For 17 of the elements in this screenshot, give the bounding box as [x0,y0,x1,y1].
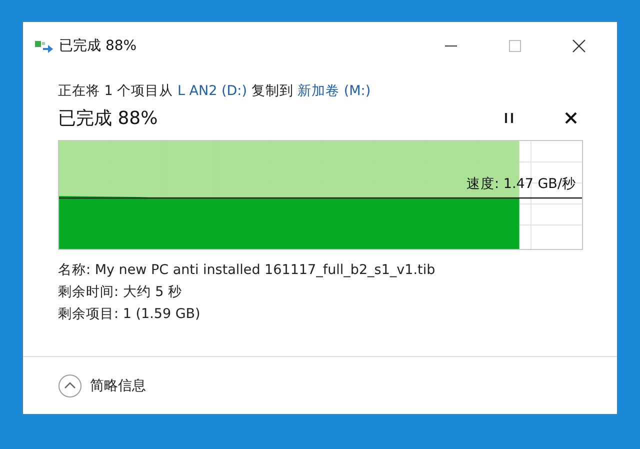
maximize-icon [509,40,521,52]
drive-link[interactable]: 新加卷 (M:) [298,83,371,99]
speed-label: 速度: 1.47 GB/秒 [466,175,576,193]
drive-link[interactable]: L AN2 (D:) [177,83,247,99]
detail-line: 剩余项目: 1 (1.59 GB) [58,305,202,323]
close-icon [565,112,577,124]
chevron-up-icon [58,374,82,398]
details-toggle[interactable]: 简略信息 [58,374,146,398]
progress-heading: 已完成 88% [58,107,159,130]
minimize-icon [445,45,457,47]
detail-line: 名称: My new PC anti installed 161117_full_b2_s1_v1.tib [58,261,436,279]
copy-icon [35,39,53,53]
pause-icon [505,113,513,123]
window-title: 已完成 88% [59,37,138,55]
close-icon [572,39,586,53]
copy-description: 正在将 1 个项目从 L AN2 (D:) 复制到 新加卷 (M:) [58,82,372,100]
detail-line: 剩余时间: 大约 5 秒 [58,283,184,301]
